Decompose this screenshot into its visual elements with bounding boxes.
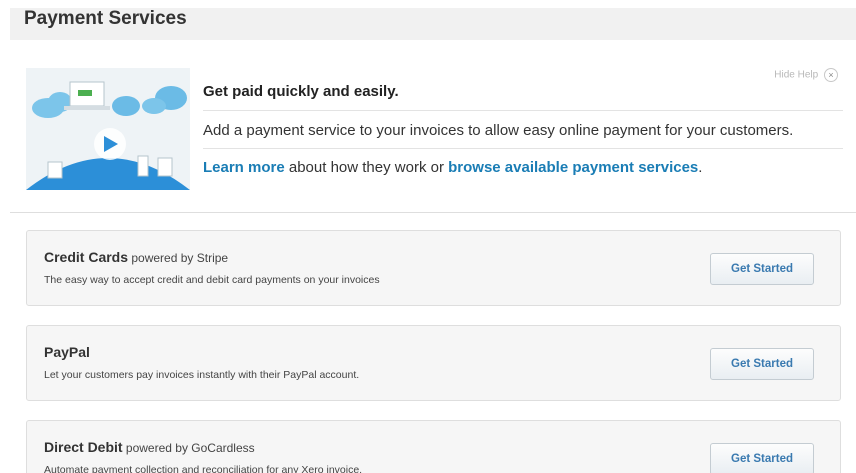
help-divider [203,110,843,111]
hide-help-button[interactable]: Hide Help × [774,68,838,82]
help-heading: Get paid quickly and easily. [203,83,399,100]
laptop-icon [64,81,110,110]
hide-help-label: Hide Help [774,69,819,81]
service-description: Let your customers pay invoices instantl… [44,369,360,381]
page-header: Payment Services [10,8,856,40]
service-name: Direct Debit [44,439,123,455]
help-panel: Hide Help × Get paid quickly and easily.… [10,54,856,213]
get-started-button[interactable]: Get Started [710,443,814,473]
service-name: Credit Cards [44,249,129,265]
service-title: Credit Cards powered by Stripe [44,249,228,265]
get-started-button[interactable]: Get Started [710,348,814,380]
payment-services-page: Payment Services Hide Help × Get paid qu… [0,0,856,473]
payment-illustration [26,68,190,190]
get-started-button[interactable]: Get Started [710,253,814,285]
close-icon[interactable]: × [824,68,838,82]
help-links-text: about how they work or [284,159,449,176]
service-card-direct-debit: Direct Debit powered by GoCardless Autom… [26,420,841,473]
service-title: Direct Debit powered by GoCardless [44,439,255,455]
page-title: Payment Services [24,8,187,29]
service-description: The easy way to accept credit and debit … [44,274,380,286]
service-title: PayPal [44,344,90,360]
help-divider [203,148,843,149]
learn-more-link[interactable]: Learn more [203,159,285,176]
help-description: Add a payment service to your invoices t… [203,122,794,139]
browse-payment-services-link[interactable]: browse available payment services [448,159,698,176]
service-name: PayPal [44,344,90,360]
service-description: Automate payment collection and reconcil… [44,464,363,473]
service-provider: powered by Stripe [128,251,229,265]
help-illustration [26,68,190,190]
service-card-credit-cards: Credit Cards powered by Stripe The easy … [26,230,841,306]
help-links: Learn more about how they work or browse… [203,159,702,176]
help-links-end: . [698,159,703,176]
service-provider: powered by GoCardless [122,441,255,455]
video-play-icon [94,128,126,160]
service-card-paypal: PayPal Let your customers pay invoices i… [26,325,841,401]
